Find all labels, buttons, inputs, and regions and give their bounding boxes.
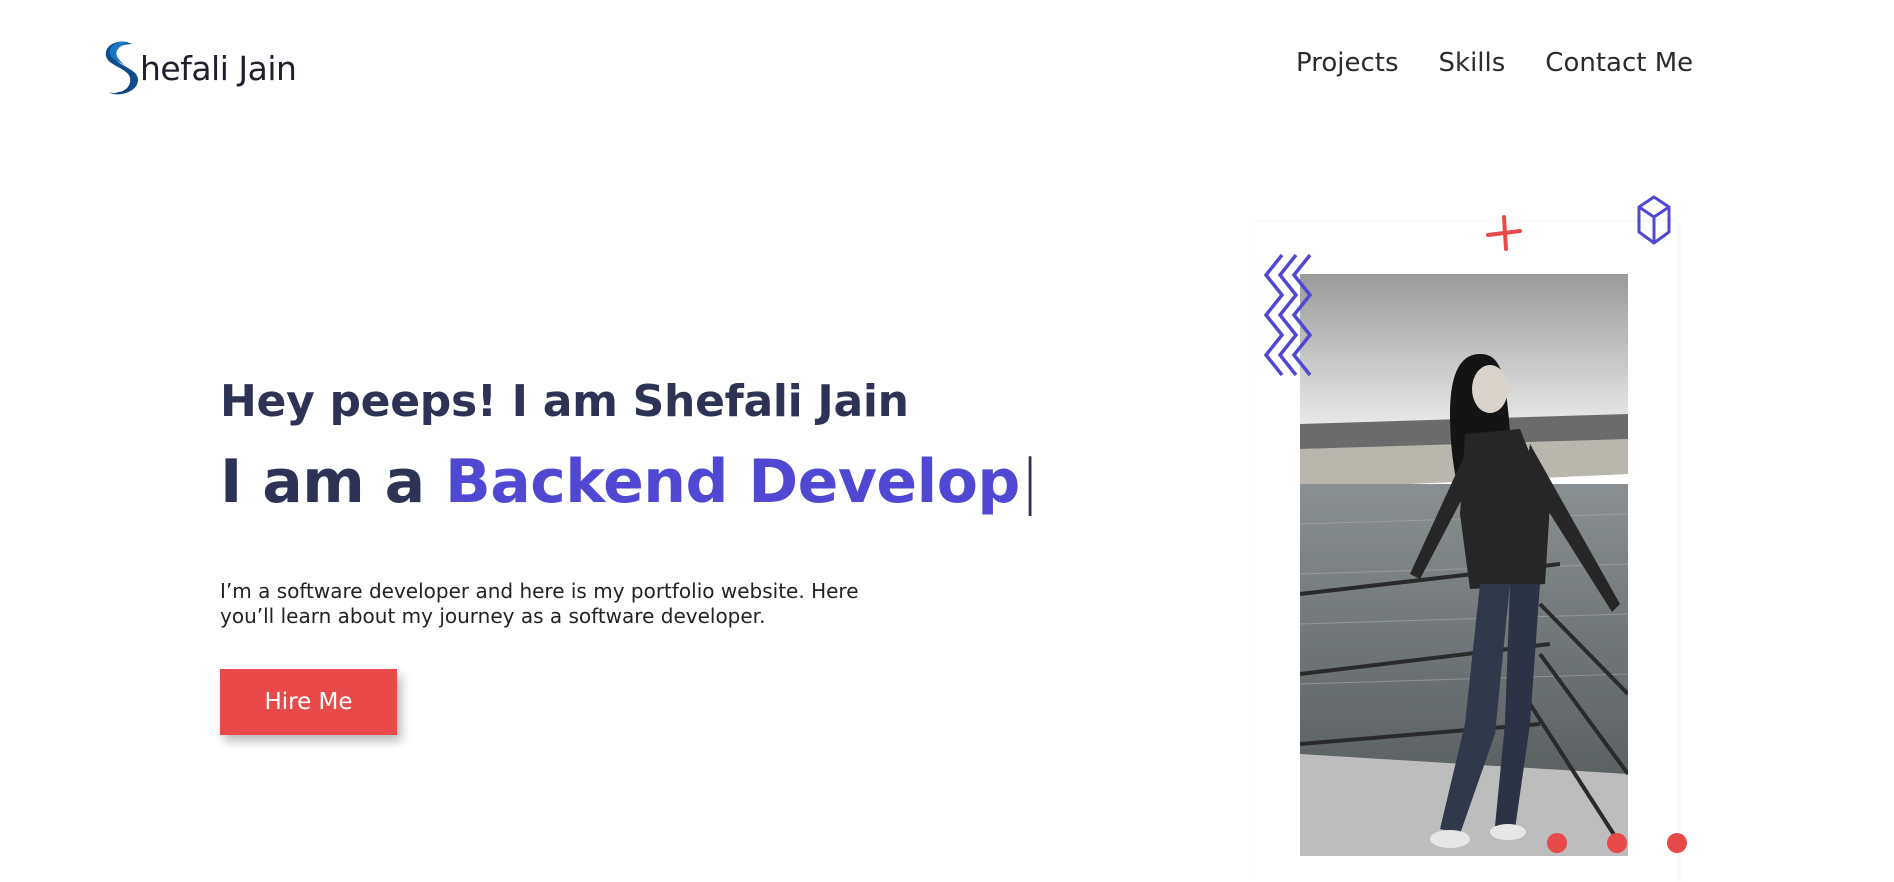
- role-prefix: I am a: [220, 447, 445, 517]
- role-typed-text: Backend Develop: [445, 447, 1020, 517]
- hero-description: I’m a software developer and here is my …: [220, 579, 859, 628]
- hero-greeting: Hey peeps! I am Shefali Jain: [220, 376, 909, 427]
- profile-photo: [1300, 274, 1628, 856]
- logo[interactable]: hefali Jain: [98, 38, 297, 98]
- nav-projects[interactable]: Projects: [1296, 48, 1399, 78]
- top-nav: Projects Skills Contact Me: [1296, 48, 1693, 78]
- hero-section: Hey peeps! I am Shefali Jain I am a Back…: [220, 376, 1040, 513]
- dots-pattern: [1547, 833, 1687, 853]
- cube-icon: [1637, 195, 1671, 245]
- hire-me-button[interactable]: Hire Me: [220, 669, 397, 735]
- plus-icon: [1486, 215, 1522, 251]
- s-swirl-logo-icon: [105, 41, 138, 95]
- nav-contact-me[interactable]: Contact Me: [1545, 48, 1693, 78]
- zigzag-icon: [1263, 253, 1313, 377]
- typing-cursor: |: [1019, 447, 1040, 517]
- logo-text: hefali Jain: [140, 48, 297, 88]
- nav-skills[interactable]: Skills: [1439, 48, 1506, 78]
- hero-role: I am a Backend Develop|: [220, 452, 1040, 512]
